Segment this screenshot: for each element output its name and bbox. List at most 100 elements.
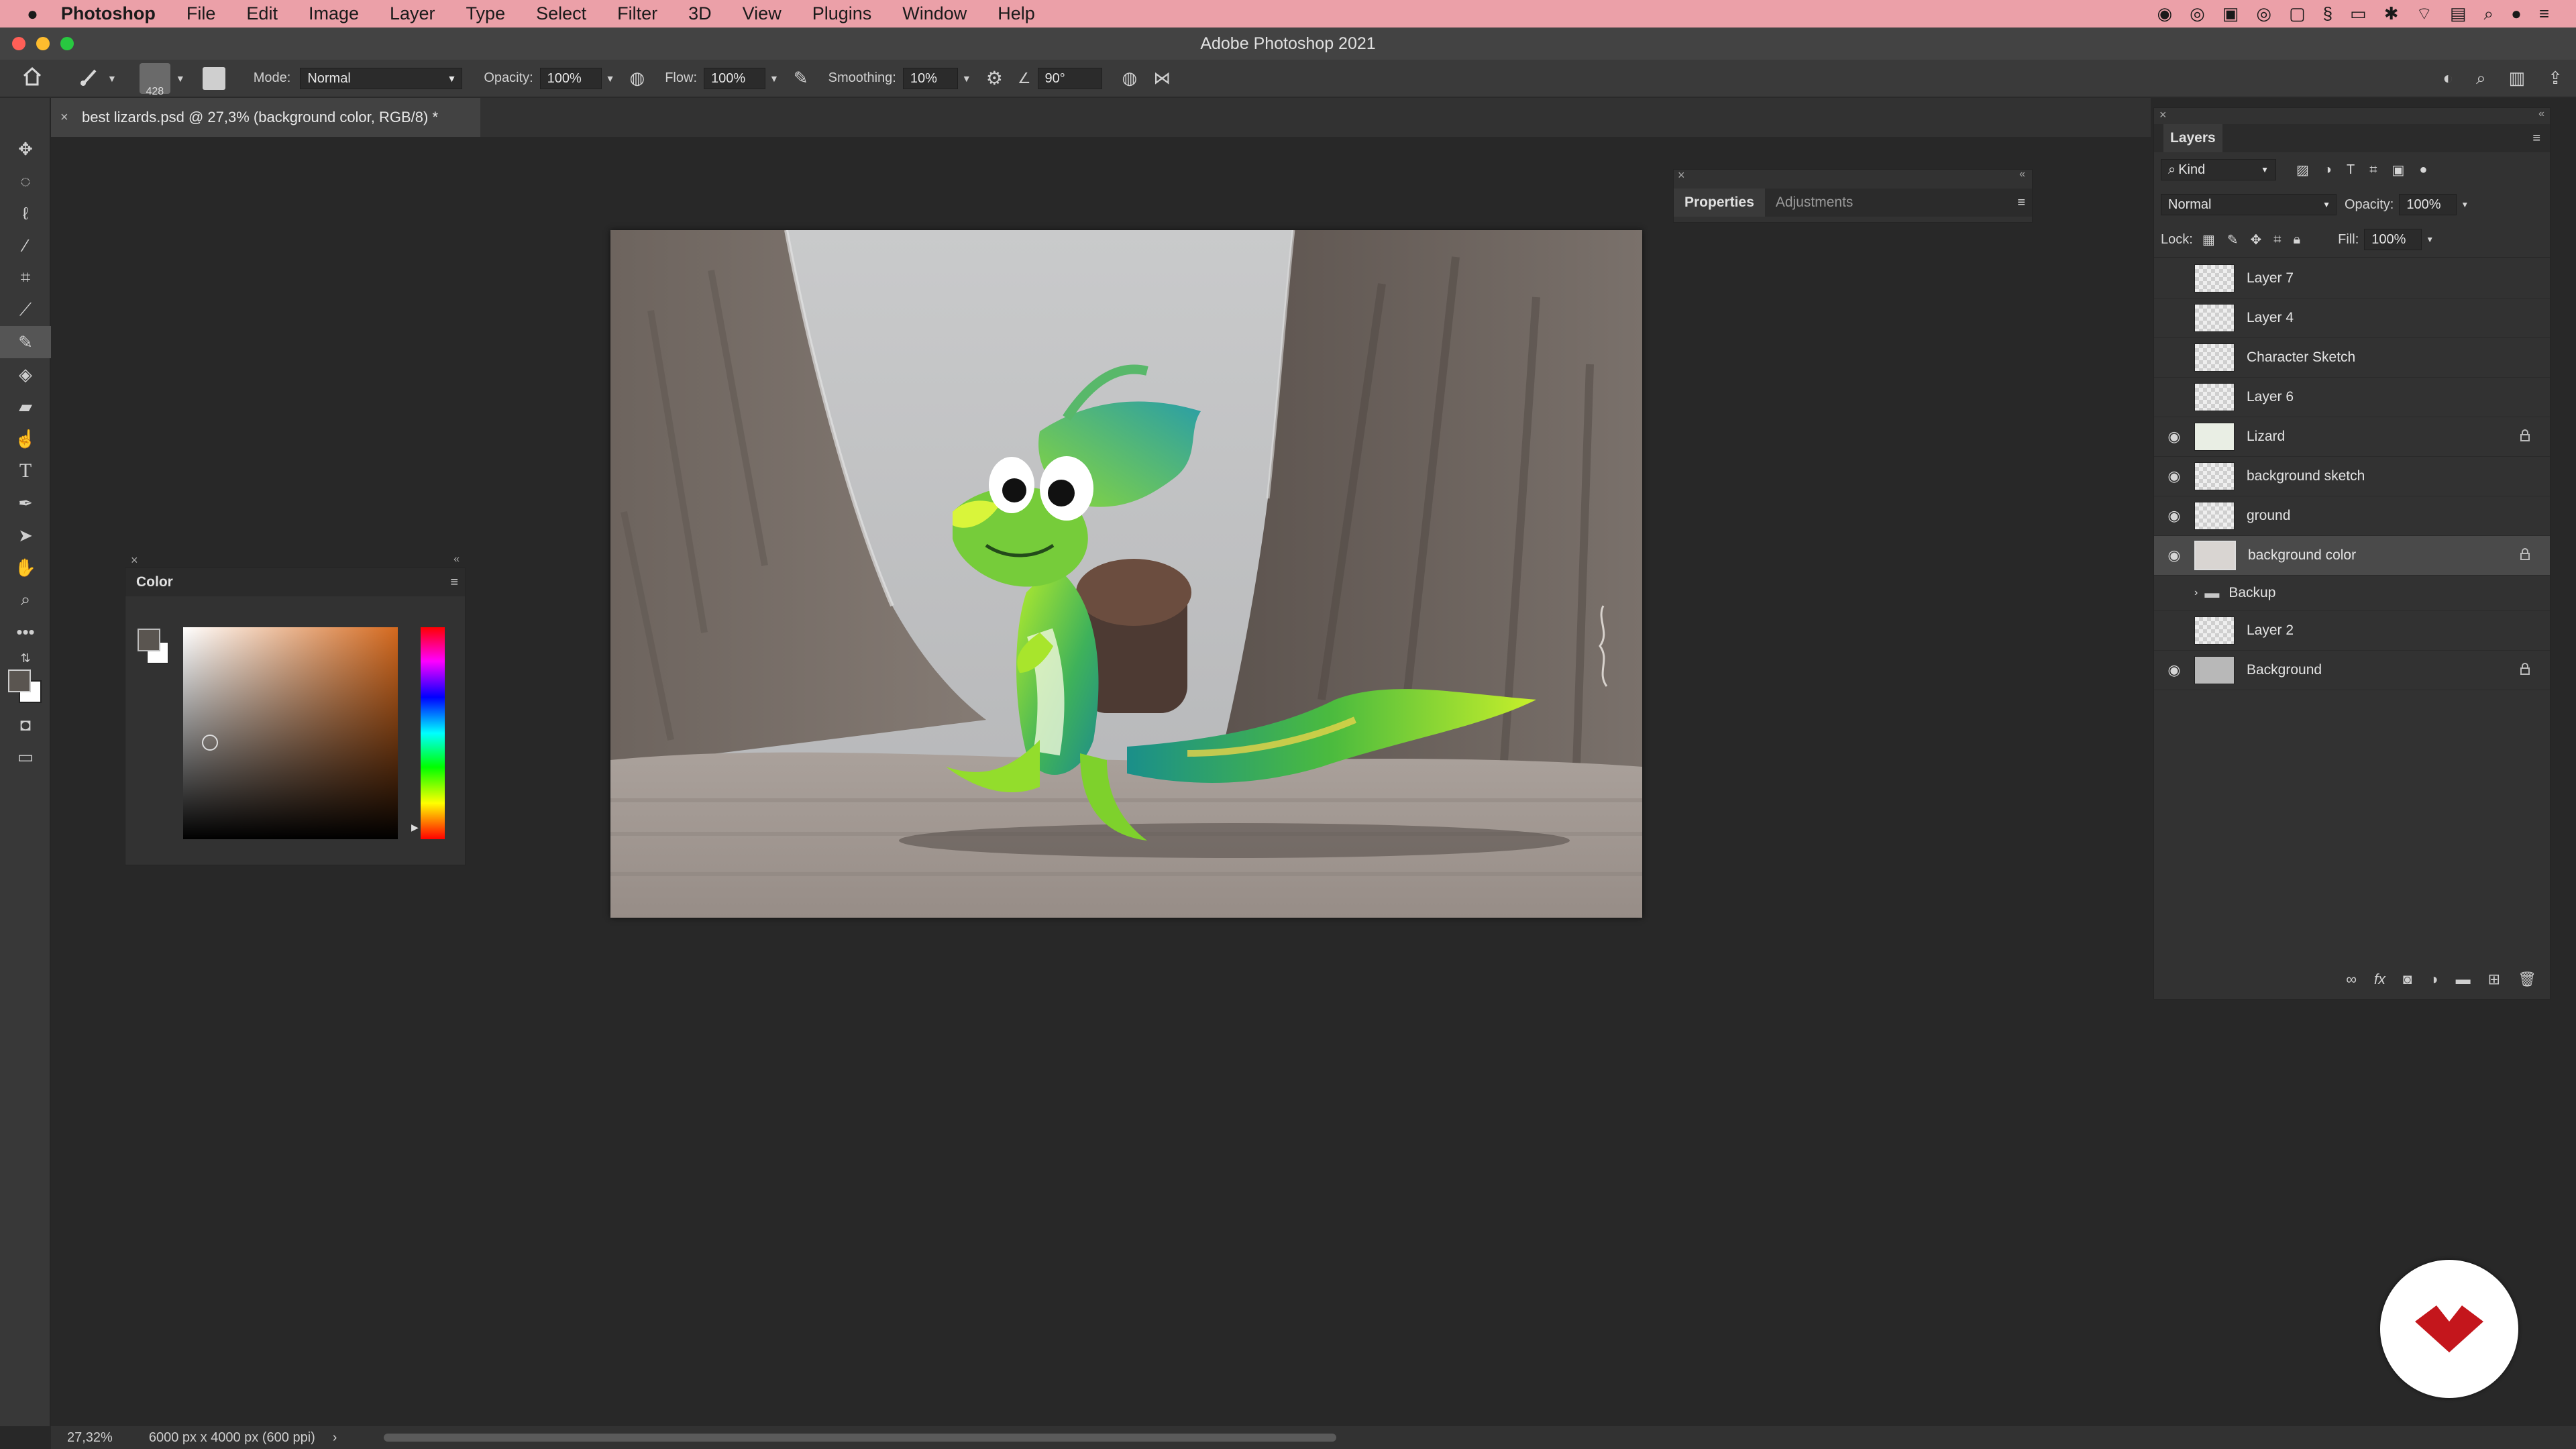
rotate-view-tool[interactable]: ✋ xyxy=(0,551,51,584)
visibility-toggle[interactable]: ◉ xyxy=(2154,661,2194,679)
user-avatar-icon[interactable]: ● xyxy=(2511,3,2522,24)
spotlight-search-icon[interactable]: ⌕ xyxy=(2484,3,2494,25)
layer-row-selected[interactable]: ◉ background color xyxy=(2154,536,2550,576)
path-selection-tool[interactable]: ➤ xyxy=(0,519,51,551)
close-tab-icon[interactable]: × xyxy=(60,98,68,137)
layer-row[interactable]: ◉ Background xyxy=(2154,651,2550,690)
creative-cloud-icon[interactable]: ◉ xyxy=(2157,3,2172,24)
menu-image[interactable]: Image xyxy=(309,3,359,24)
pen-tool[interactable]: ✒ xyxy=(0,487,51,519)
chevron-down-icon[interactable]: ▼ xyxy=(2461,200,2469,209)
tab-adjustments[interactable]: Adjustments xyxy=(1765,189,1864,217)
layer-row[interactable]: ◉ ground xyxy=(2154,496,2550,536)
fill-field[interactable]: 100% xyxy=(2364,229,2422,250)
close-panel-icon[interactable]: × xyxy=(2159,108,2167,122)
workspace-icon[interactable]: ▥ xyxy=(2509,68,2526,89)
panel-menu-icon[interactable]: ≡ xyxy=(450,575,458,590)
crop-tool[interactable]: ⌗ xyxy=(0,262,51,294)
delete-layer-trash-icon[interactable]: 🗑︎ xyxy=(2518,971,2536,988)
move-tool[interactable]: ✥ xyxy=(0,133,51,165)
document-canvas[interactable] xyxy=(610,230,1642,918)
brush-angle-field[interactable]: 90° xyxy=(1037,67,1102,89)
window-icon[interactable]: ▣ xyxy=(2222,3,2239,24)
marquee-tool[interactable]: ◌ xyxy=(0,165,51,197)
brush-tool-preset-icon[interactable] xyxy=(79,66,102,91)
script-icon[interactable]: § xyxy=(2323,3,2332,24)
blend-mode-select[interactable]: Normal ▼ xyxy=(2161,194,2337,215)
home-icon[interactable] xyxy=(21,66,48,91)
learn-icon[interactable]: ◐ xyxy=(2443,68,2453,89)
menu-help[interactable]: Help xyxy=(998,3,1035,24)
filter-toggle-icon[interactable]: ● xyxy=(2419,162,2427,178)
swap-colors-button[interactable]: ⇅ xyxy=(0,648,51,668)
foreground-color-swatch[interactable] xyxy=(138,629,160,651)
status-chevron-icon[interactable]: › xyxy=(333,1430,337,1446)
panel-menu-icon[interactable]: ≡ xyxy=(2017,195,2025,211)
panel-menu-icon[interactable]: ≡ xyxy=(2532,131,2540,146)
menu-type[interactable]: Type xyxy=(466,3,506,24)
menu-edit[interactable]: Edit xyxy=(246,3,278,24)
color-picker-cursor[interactable] xyxy=(202,735,218,751)
quick-mask-button[interactable]: ◘ xyxy=(0,708,51,741)
screen-mode-button[interactable]: ▭ xyxy=(0,741,51,773)
airbrush-icon[interactable]: ✎ xyxy=(794,68,808,89)
lock-transparent-icon[interactable]: ▦ xyxy=(2202,231,2215,248)
horizontal-scrollbar[interactable] xyxy=(384,1434,1337,1442)
magic-wand-tool[interactable]: ⁄ xyxy=(0,229,51,262)
expand-group-chevron-icon[interactable]: › xyxy=(2194,587,2198,599)
zoom-tool[interactable]: ⌕ xyxy=(0,584,51,616)
close-panel-icon[interactable]: × xyxy=(1678,168,1685,182)
bluetooth-icon[interactable]: ✱ xyxy=(2384,3,2399,24)
keyboard-icon[interactable]: ▤ xyxy=(2450,3,2467,24)
brush-preset-picker[interactable]: 428 xyxy=(139,62,170,97)
visibility-toggle[interactable]: ◉ xyxy=(2154,547,2194,564)
paint-bucket-tool[interactable]: ◈ xyxy=(0,358,51,390)
opacity-field[interactable]: 100% xyxy=(539,67,602,89)
edit-toolbar-button[interactable]: ••• xyxy=(0,616,51,648)
pressure-size-icon[interactable]: ◍ xyxy=(1122,68,1138,89)
chevron-down-icon[interactable]: ▼ xyxy=(2426,235,2434,244)
visibility-toggle[interactable]: ◉ xyxy=(2154,428,2194,445)
collapse-panel-icon[interactable]: « xyxy=(2019,168,2025,180)
close-window-button[interactable] xyxy=(12,37,25,50)
menu-filter[interactable]: Filter xyxy=(617,3,657,24)
add-mask-icon[interactable]: ◙ xyxy=(2403,971,2412,988)
smoothing-field[interactable]: 10% xyxy=(902,67,958,89)
layer-group-row[interactable]: › ▬ Backup xyxy=(2154,576,2550,611)
layer-row[interactable]: Layer 6 xyxy=(2154,378,2550,417)
visibility-toggle[interactable]: ◉ xyxy=(2154,507,2194,525)
menu-layer[interactable]: Layer xyxy=(390,3,435,24)
wifi-icon[interactable]: ⌔ xyxy=(2416,3,2432,25)
visibility-toggle[interactable]: ◉ xyxy=(2154,468,2194,485)
filter-kind-select[interactable]: ⌕ Kind ▼ xyxy=(2161,159,2276,180)
close-panel-icon[interactable]: × xyxy=(131,553,138,568)
target-icon[interactable]: ◎ xyxy=(2256,3,2271,24)
chevron-down-icon[interactable]: ▼ xyxy=(962,73,971,84)
document-tab[interactable]: × best lizards.psd @ 27,3% (background c… xyxy=(51,98,480,137)
screen-icon[interactable]: ▢ xyxy=(2289,3,2306,24)
collapse-panel-icon[interactable]: « xyxy=(2538,108,2544,120)
layer-row[interactable]: ◉ background sketch xyxy=(2154,457,2550,496)
color-swatch-pair[interactable] xyxy=(138,629,168,666)
pixel-filter-icon[interactable]: ▨ xyxy=(2296,162,2309,178)
layer-row[interactable]: Layer 2 xyxy=(2154,611,2550,651)
minimize-window-button[interactable] xyxy=(36,37,50,50)
collapse-panel-icon[interactable]: « xyxy=(453,553,460,566)
menu-select[interactable]: Select xyxy=(536,3,586,24)
menu-view[interactable]: View xyxy=(743,3,782,24)
menu-plugins[interactable]: Plugins xyxy=(812,3,872,24)
mode-select[interactable]: Normal ▼ xyxy=(300,67,463,89)
layer-row[interactable]: ◉ Lizard xyxy=(2154,417,2550,457)
menu-app-name[interactable]: Photoshop xyxy=(61,3,156,24)
new-layer-icon[interactable]: ⊞ xyxy=(2488,971,2500,988)
sync-icon[interactable]: ◎ xyxy=(2190,3,2205,24)
search-icon[interactable]: ⌕ xyxy=(2476,68,2486,89)
smudge-tool[interactable]: ☝ xyxy=(0,423,51,455)
display-icon[interactable]: ▭ xyxy=(2350,3,2367,24)
symmetry-butterfly-icon[interactable]: ⋈ xyxy=(1153,68,1171,89)
adjustment-filter-icon[interactable]: ◑ xyxy=(2324,162,2332,178)
layer-opacity-field[interactable]: 100% xyxy=(2399,194,2457,215)
saturation-brightness-field[interactable] xyxy=(183,627,398,839)
zoom-window-button[interactable] xyxy=(60,37,74,50)
new-group-folder-icon[interactable]: ▬ xyxy=(2456,971,2471,988)
